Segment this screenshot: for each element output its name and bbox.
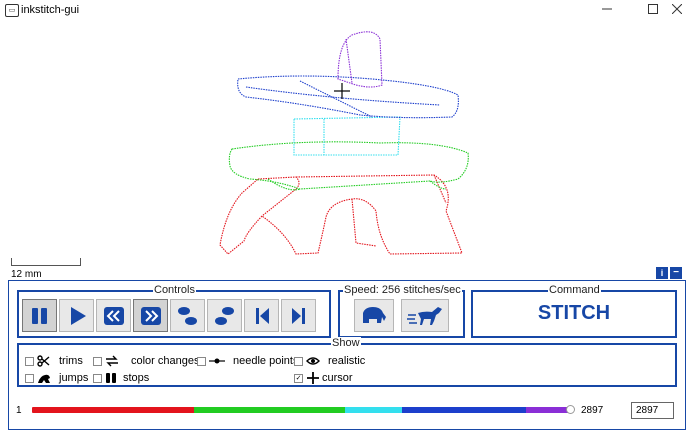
close-icon <box>671 3 683 15</box>
app-icon: ▭ <box>5 4 19 17</box>
show-color-changes-option[interactable]: color changes <box>93 354 213 368</box>
show-needle-points-option[interactable]: needle points <box>197 354 307 368</box>
controls-group: Controls <box>17 284 331 338</box>
fast-horse-icon <box>407 307 442 325</box>
purple-head-stitches <box>337 31 383 88</box>
realistic-checkbox[interactable] <box>294 357 303 366</box>
stops-label: stops <box>123 372 150 384</box>
play-icon <box>71 307 86 325</box>
stitch-preview-canvas[interactable] <box>0 21 700 281</box>
step-backward-footprints-icon <box>178 307 197 325</box>
needle-point-icon <box>209 358 225 364</box>
green-stone-stitches <box>228 141 469 190</box>
window-title: inkstitch-gui <box>21 4 80 16</box>
cursor-cross-icon <box>307 372 319 384</box>
eye-icon <box>306 357 320 365</box>
stitch-slider-track[interactable] <box>32 407 572 413</box>
play-button[interactable] <box>59 299 94 332</box>
show-stops-option[interactable]: stops <box>93 371 173 385</box>
show-realistic-option[interactable]: realistic <box>294 354 374 368</box>
speed-group: Speed: 256 stitches/sec <box>338 284 465 338</box>
show-legend: Show <box>331 337 361 350</box>
trims-label: trims <box>59 355 83 367</box>
scissors-icon <box>37 355 50 367</box>
slider-color-segment <box>194 407 346 413</box>
slider-min-label: 1 <box>16 405 22 416</box>
stop-icon <box>106 373 116 383</box>
slider-color-segment <box>32 407 194 413</box>
slider-color-segment <box>401 407 527 413</box>
stitch-number-input[interactable]: 2897 <box>631 402 674 419</box>
blue-stone-stitches <box>237 75 459 119</box>
pause-button[interactable] <box>22 299 57 332</box>
skip-to-start-button[interactable] <box>244 299 279 332</box>
minimize-icon <box>602 8 612 10</box>
needle-points-checkbox[interactable] <box>197 357 206 366</box>
stitch-preview-drawing <box>219 31 469 255</box>
color-change-icon <box>106 355 118 367</box>
cursor-label: cursor <box>322 372 353 384</box>
step-forward-button[interactable] <box>207 299 242 332</box>
close-button[interactable] <box>654 0 700 21</box>
faster-button[interactable] <box>401 299 449 332</box>
command-group: Command STITCH <box>471 284 677 338</box>
slow-elephant-icon <box>363 307 386 323</box>
info-button[interactable]: i <box>656 267 668 279</box>
realistic-label: realistic <box>328 355 366 367</box>
skip-to-end-icon <box>292 308 305 324</box>
current-command-value: STITCH <box>537 302 611 324</box>
step-backward-button[interactable] <box>170 299 205 332</box>
slider-color-segment <box>345 407 402 413</box>
skip-to-start-icon <box>256 308 269 324</box>
fast-forward-icon <box>141 307 161 325</box>
step-forward-footprints-icon <box>215 307 234 325</box>
show-group: Show trims color changes needle points r… <box>17 337 677 387</box>
show-cursor-option[interactable]: ✓ cursor <box>294 371 374 385</box>
stops-checkbox[interactable] <box>93 374 102 383</box>
controls-legend: Controls <box>153 284 196 297</box>
trims-checkbox[interactable] <box>25 357 34 366</box>
command-legend: Command <box>548 284 601 297</box>
stitch-slider-thumb[interactable] <box>566 405 575 414</box>
jump-frog-icon <box>38 374 50 383</box>
slider-max-label: 2897 <box>581 405 604 416</box>
minimize-button[interactable] <box>584 0 630 21</box>
rewind-button[interactable] <box>96 299 131 332</box>
color-changes-label: color changes <box>131 355 200 367</box>
rewind-icon <box>104 307 124 325</box>
skip-to-end-button[interactable] <box>281 299 316 332</box>
cyan-block-stitches <box>293 116 401 156</box>
cursor-checkbox[interactable]: ✓ <box>294 374 303 383</box>
color-changes-checkbox[interactable] <box>93 357 102 366</box>
crosshair-icon <box>334 83 350 99</box>
speed-legend: Speed: 256 stitches/sec <box>343 284 462 297</box>
jumps-checkbox[interactable] <box>25 374 34 383</box>
title-bar: ▭ inkstitch-gui <box>0 0 700 21</box>
jumps-label: jumps <box>59 372 89 384</box>
collapse-panel-button[interactable]: − <box>670 267 682 279</box>
pause-icon <box>32 308 47 324</box>
fast-forward-button[interactable] <box>133 299 168 332</box>
scale-bar <box>11 258 81 266</box>
slower-button[interactable] <box>354 299 394 332</box>
needle-points-label: needle points <box>233 355 299 367</box>
scale-label: 12 mm <box>11 269 42 280</box>
